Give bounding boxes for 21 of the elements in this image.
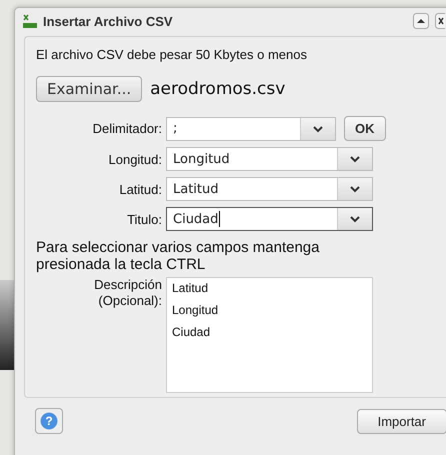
hint-text: Para seleccionar varios campos mantenga presionada la tecla CTRL: [36, 239, 320, 273]
window-title: Insertar Archivo CSV: [43, 14, 173, 28]
column-dropdown[interactable]: Latitud: [166, 177, 373, 201]
field-label: Longitud:: [108, 152, 162, 166]
list-item[interactable]: Ciudad: [172, 325, 367, 347]
size-limit-text: El archivo CSV debe pesar 50 Kbytes o menos: [36, 47, 308, 62]
field-label: Titulo:: [126, 212, 162, 226]
import-button[interactable]: Importar: [356, 408, 446, 434]
ok-button[interactable]: OK: [344, 116, 386, 141]
browse-button[interactable]: Examinar...: [36, 76, 142, 102]
file-name: aerodromos.csv: [150, 79, 286, 99]
column-dropdown[interactable]: Longitud: [166, 147, 373, 171]
delimiter-dropdown[interactable]: ;: [166, 116, 336, 140]
field-label: Latitud:: [118, 182, 162, 196]
description-label: (Opcional):: [98, 293, 162, 309]
delimiter-label: Delimitador:: [92, 121, 162, 136]
description-label: Descripción: [94, 277, 162, 293]
column-dropdown[interactable]: Ciudad: [166, 207, 373, 231]
list-item[interactable]: Latitud: [172, 281, 367, 303]
list-item[interactable]: Longitud: [172, 303, 367, 325]
description-list[interactable]: Latitud Longitud Ciudad: [166, 277, 373, 393]
